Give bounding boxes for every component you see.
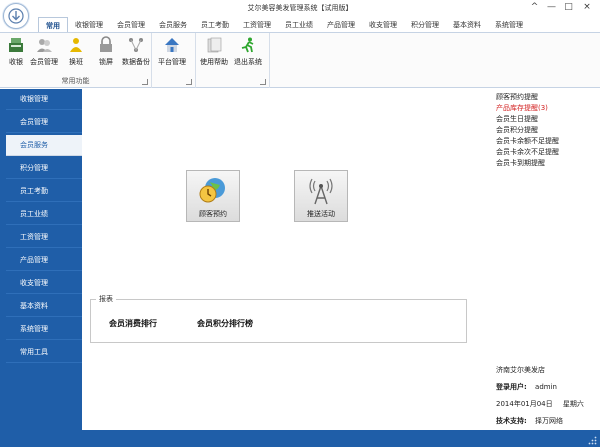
maximize-button[interactable]: □ xyxy=(561,1,576,14)
cashier-label: 收银 xyxy=(9,58,23,66)
sidebar-item-income-expense[interactable]: 收支管理 xyxy=(6,273,82,294)
help-doc-icon xyxy=(204,35,224,55)
reminder-stock[interactable]: 产品库存提醒(3) xyxy=(496,103,559,114)
member-points-ranking-link[interactable]: 会员积分排行榜 xyxy=(197,318,253,329)
login-user-key: 登录用户: xyxy=(496,383,527,391)
date-value: 2014年01月04日 xyxy=(496,400,553,408)
status-bar xyxy=(0,430,600,447)
sidebar-item-tools[interactable]: 常用工具 xyxy=(6,342,82,363)
minimize-button[interactable]: — xyxy=(544,1,559,14)
tab-attendance[interactable]: 员工考勤 xyxy=(194,17,236,33)
weekday-value: 星期六 xyxy=(562,400,584,408)
support-row: 技术支持: 择万网络 xyxy=(496,416,563,426)
sidebar-item-system[interactable]: 系统管理 xyxy=(6,319,82,340)
ribbon-tabs: 常用 收银管理 会员管理 会员服务 员工考勤 工资管理 员工业绩 产品管理 收支… xyxy=(38,17,530,33)
help-arrow-button[interactable]: ^ xyxy=(527,1,542,14)
store-name: 济南艾尔美发店 xyxy=(496,366,545,374)
sidebar-item-member-service[interactable]: 会员服务 xyxy=(6,135,82,156)
platform-management-button[interactable]: 平台管理 xyxy=(158,35,186,67)
backup-icon xyxy=(126,35,146,55)
sidebar-item-products[interactable]: 产品管理 xyxy=(6,250,82,271)
data-backup-button[interactable]: 数据备份 xyxy=(122,35,150,67)
login-user-value: admin xyxy=(535,383,557,391)
broadcast-tower-icon xyxy=(309,178,333,205)
tab-performance[interactable]: 员工业绩 xyxy=(278,17,320,33)
reminder-points[interactable]: 会员积分提醒 xyxy=(496,125,559,136)
login-user-row: 登录用户: admin xyxy=(496,382,557,392)
reminder-card-expiry[interactable]: 会员卡到期提醒 xyxy=(496,158,559,169)
main-panel: 顾客预约 推送活动 顾客预约提醒 产品库存提醒(3) 会员生日提醒 会员积分提醒… xyxy=(82,89,600,430)
reminder-list: 顾客预约提醒 产品库存提醒(3) 会员生日提醒 会员积分提醒 会员卡余额不足提醒… xyxy=(496,92,559,169)
member-management-label: 会员管理 xyxy=(30,58,58,66)
tab-member-management[interactable]: 会员管理 xyxy=(110,17,152,33)
sidebar-item-member-management[interactable]: 会员管理 xyxy=(6,112,82,133)
tab-common[interactable]: 常用 xyxy=(38,17,68,33)
sidebar-item-points[interactable]: 积分管理 xyxy=(6,158,82,179)
app-menu-button[interactable] xyxy=(3,3,29,29)
report-group: 报表 会员消费排行 会员积分排行榜 xyxy=(90,294,467,343)
sidebar-item-basic-data[interactable]: 基本资料 xyxy=(6,296,82,317)
customer-appointment-button[interactable]: 顾客预约 xyxy=(186,170,240,222)
lock-icon xyxy=(96,35,116,55)
push-activity-button[interactable]: 推送活动 xyxy=(294,170,348,222)
shift-change-label: 换班 xyxy=(69,58,83,66)
reminder-balance-low[interactable]: 会员卡余额不足提醒 xyxy=(496,136,559,147)
member-management-button[interactable]: 会员管理 xyxy=(30,35,58,67)
group-launcher-icon[interactable] xyxy=(186,79,192,85)
tab-basic-data[interactable]: 基本资料 xyxy=(446,17,488,33)
tab-income-expense[interactable]: 收支管理 xyxy=(362,17,404,33)
reminder-count-low[interactable]: 会员卡余次不足提醒 xyxy=(496,147,559,158)
cash-register-icon xyxy=(6,35,26,55)
shift-icon xyxy=(66,35,86,55)
home-icon xyxy=(162,35,182,55)
support-key: 技术支持: xyxy=(496,417,527,425)
help-button[interactable]: 使用帮助 xyxy=(200,35,228,67)
ribbon-group-title: 常用功能 xyxy=(61,77,90,85)
sidebar-item-payroll[interactable]: 工资管理 xyxy=(6,227,82,248)
sidebar-item-attendance[interactable]: 员工考勤 xyxy=(6,181,82,202)
date-row: 2014年01月04日 星期六 xyxy=(496,399,584,409)
customer-appointment-label: 顾客预约 xyxy=(199,210,227,218)
ribbon-group-common: 收银 会员管理 换班 锁屏 数据备份 常用功能 xyxy=(0,33,152,88)
push-activity-label: 推送活动 xyxy=(307,210,335,218)
members-icon xyxy=(34,35,54,55)
lock-screen-label: 锁屏 xyxy=(99,58,113,66)
ribbon-group-system: 使用帮助 退出系统 xyxy=(196,33,270,88)
ribbon: 收银 会员管理 换班 锁屏 数据备份 常用功能 平台管理 使用帮助 退出系统 xyxy=(0,32,600,88)
download-arrow-icon xyxy=(8,8,24,24)
sidebar: 收银管理 会员管理 会员服务 积分管理 员工考勤 员工业绩 工资管理 产品管理 … xyxy=(0,89,82,430)
sidebar-item-cashier[interactable]: 收银管理 xyxy=(6,89,82,110)
tab-member-service[interactable]: 会员服务 xyxy=(152,17,194,33)
data-backup-label: 数据备份 xyxy=(122,58,150,66)
clock-globe-icon xyxy=(199,178,225,203)
reminder-birthday[interactable]: 会员生日提醒 xyxy=(496,114,559,125)
lock-screen-button[interactable]: 锁屏 xyxy=(96,35,116,67)
tab-system[interactable]: 系统管理 xyxy=(488,17,530,33)
reminder-appointment[interactable]: 顾客预约提醒 xyxy=(496,92,559,103)
help-label: 使用帮助 xyxy=(200,58,228,66)
title-bar: 艾尔美容美发管理系统【试用版】 ^ — □ × xyxy=(0,0,600,17)
tab-products[interactable]: 产品管理 xyxy=(320,17,362,33)
group-launcher-icon[interactable] xyxy=(142,79,148,85)
exit-system-button[interactable]: 退出系统 xyxy=(234,35,262,67)
report-legend: 报表 xyxy=(96,294,116,304)
close-button[interactable]: × xyxy=(578,1,596,14)
running-man-icon xyxy=(238,35,258,55)
group-launcher-icon[interactable] xyxy=(260,79,266,85)
cashier-button[interactable]: 收银 xyxy=(6,35,26,67)
ribbon-group-platform: 平台管理 xyxy=(152,33,196,88)
tab-points[interactable]: 积分管理 xyxy=(404,17,446,33)
window-controls: ^ — □ × xyxy=(527,1,596,14)
resize-grip-icon[interactable] xyxy=(588,436,597,445)
member-consumption-ranking-link[interactable]: 会员消费排行 xyxy=(109,318,157,329)
tab-payroll[interactable]: 工资管理 xyxy=(236,17,278,33)
sidebar-item-performance[interactable]: 员工业绩 xyxy=(6,204,82,225)
support-value: 择万网络 xyxy=(535,417,564,425)
shift-change-button[interactable]: 换班 xyxy=(66,35,86,67)
platform-management-label: 平台管理 xyxy=(158,58,186,66)
window-title: 艾尔美容美发管理系统【试用版】 xyxy=(247,4,353,12)
tab-cashier[interactable]: 收银管理 xyxy=(68,17,110,33)
exit-system-label: 退出系统 xyxy=(234,58,262,66)
